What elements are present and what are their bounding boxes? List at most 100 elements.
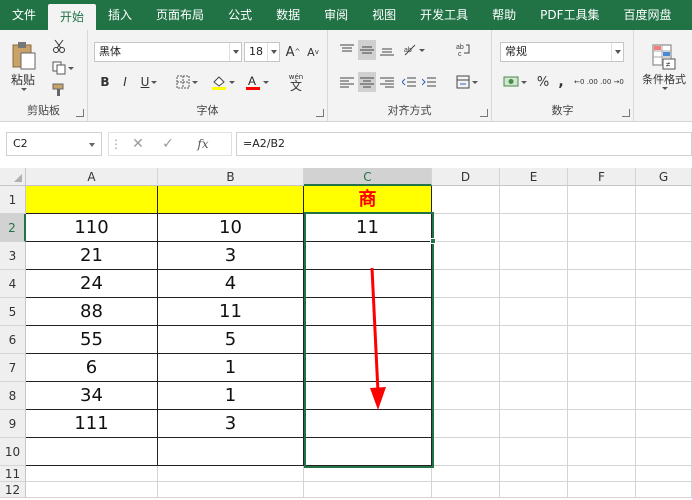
currency-button[interactable] xyxy=(500,72,530,92)
cell-d3[interactable] xyxy=(432,242,500,270)
cell-g7[interactable] xyxy=(636,354,692,382)
grow-font-button[interactable]: A ^ xyxy=(284,42,302,62)
formula-input[interactable]: =A2/B2 xyxy=(236,132,692,156)
paste-button[interactable]: 粘贴 xyxy=(6,36,40,96)
cell-e10[interactable] xyxy=(500,438,568,466)
cell-b9[interactable]: 3 xyxy=(158,410,304,438)
column-header-g[interactable]: G xyxy=(636,168,692,186)
cell-b4[interactable]: 4 xyxy=(158,270,304,298)
cell-b3[interactable]: 3 xyxy=(158,242,304,270)
cell-e8[interactable] xyxy=(500,382,568,410)
cell-g9[interactable] xyxy=(636,410,692,438)
tab-2[interactable]: 插入 xyxy=(96,0,144,30)
cell-d7[interactable] xyxy=(432,354,500,382)
cell-g11[interactable] xyxy=(636,466,692,482)
cell-e5[interactable] xyxy=(500,298,568,326)
conditional-format-button[interactable]: ≠ 条件格式 xyxy=(638,36,690,96)
align-center-button[interactable] xyxy=(358,72,376,92)
top-align-button[interactable] xyxy=(338,40,356,60)
cell-d11[interactable] xyxy=(432,466,500,482)
bold-button[interactable]: B xyxy=(96,72,114,92)
comma-button[interactable]: , xyxy=(554,72,568,92)
tab-9[interactable]: 帮助 xyxy=(480,0,528,30)
cell-g10[interactable] xyxy=(636,438,692,466)
cell-f2[interactable] xyxy=(568,214,636,242)
cell-a4[interactable]: 24 xyxy=(26,270,158,298)
borders-button[interactable] xyxy=(172,72,202,92)
enter-icon[interactable]: ✓ xyxy=(153,136,183,152)
percent-button[interactable]: % xyxy=(534,72,552,92)
cancel-icon[interactable]: ✕ xyxy=(123,136,153,152)
cell-c1[interactable]: 商 xyxy=(304,186,432,214)
spreadsheet-grid[interactable]: ABCDEFG 1 2 3 4 5 6 7 8 9 10 11 12 商 110 10 11 21 3 24 4 88… xyxy=(0,168,692,500)
tab-3[interactable]: 页面布局 xyxy=(144,0,216,30)
fill-color-button[interactable] xyxy=(208,72,238,92)
cell-e4[interactable] xyxy=(500,270,568,298)
cell-c11[interactable] xyxy=(304,466,432,482)
bottom-align-button[interactable] xyxy=(378,40,396,60)
fill-handle[interactable] xyxy=(430,238,436,244)
middle-align-button[interactable] xyxy=(358,40,376,60)
column-header-c[interactable]: C xyxy=(304,168,432,186)
cell-a6[interactable]: 55 xyxy=(26,326,158,354)
font-color-button[interactable]: A xyxy=(242,72,272,92)
cell-a1[interactable] xyxy=(26,186,158,214)
cell-d12[interactable] xyxy=(432,482,500,498)
cell-g3[interactable] xyxy=(636,242,692,270)
phonetic-button[interactable]: wén 文 xyxy=(280,70,312,94)
select-all-button[interactable] xyxy=(0,168,26,186)
cell-a8[interactable]: 34 xyxy=(26,382,158,410)
cell-f5[interactable] xyxy=(568,298,636,326)
cell-e7[interactable] xyxy=(500,354,568,382)
cell-b12[interactable] xyxy=(158,482,304,498)
cell-f12[interactable] xyxy=(568,482,636,498)
cell-f8[interactable] xyxy=(568,382,636,410)
cell-d8[interactable] xyxy=(432,382,500,410)
cell-f3[interactable] xyxy=(568,242,636,270)
align-left-button[interactable] xyxy=(338,72,356,92)
cell-c9[interactable] xyxy=(304,410,432,438)
tab-1[interactable]: 开始 xyxy=(48,4,97,30)
cell-g8[interactable] xyxy=(636,382,692,410)
cell-e1[interactable] xyxy=(500,186,568,214)
alignment-launcher[interactable] xyxy=(480,109,488,117)
cell-a11[interactable] xyxy=(26,466,158,482)
underline-button[interactable]: U xyxy=(136,72,162,92)
cell-e12[interactable] xyxy=(500,482,568,498)
wrap-text-button[interactable]: ab c xyxy=(452,40,474,60)
column-header-b[interactable]: B xyxy=(158,168,304,186)
row-header-4[interactable]: 4 xyxy=(0,270,26,298)
cell-f7[interactable] xyxy=(568,354,636,382)
cell-d5[interactable] xyxy=(432,298,500,326)
column-header-d[interactable]: D xyxy=(432,168,500,186)
cell-d1[interactable] xyxy=(432,186,500,214)
column-header-f[interactable]: F xyxy=(568,168,636,186)
cell-b7[interactable]: 1 xyxy=(158,354,304,382)
tab-10[interactable]: PDF工具集 xyxy=(528,0,611,30)
cell-g12[interactable] xyxy=(636,482,692,498)
cell-a5[interactable]: 88 xyxy=(26,298,158,326)
cell-g1[interactable] xyxy=(636,186,692,214)
cell-g2[interactable] xyxy=(636,214,692,242)
cell-g6[interactable] xyxy=(636,326,692,354)
cell-b8[interactable]: 1 xyxy=(158,382,304,410)
cell-c12[interactable] xyxy=(304,482,432,498)
cell-b1[interactable] xyxy=(158,186,304,214)
row-header-8[interactable]: 8 xyxy=(0,382,26,410)
cell-d6[interactable] xyxy=(432,326,500,354)
cell-a10[interactable] xyxy=(26,438,158,466)
tab-0[interactable]: 文件 xyxy=(0,0,48,30)
cell-e9[interactable] xyxy=(500,410,568,438)
tab-4[interactable]: 公式 xyxy=(216,0,264,30)
cell-a7[interactable]: 6 xyxy=(26,354,158,382)
font-size-select[interactable]: 18 xyxy=(244,42,280,62)
orientation-button[interactable]: ab xyxy=(400,40,428,60)
cell-a2[interactable]: 110 xyxy=(26,214,158,242)
decrease-indent-button[interactable] xyxy=(400,72,418,92)
cell-d9[interactable] xyxy=(432,410,500,438)
cell-f9[interactable] xyxy=(568,410,636,438)
number-launcher[interactable] xyxy=(622,109,630,117)
cell-f10[interactable] xyxy=(568,438,636,466)
font-name-select[interactable]: 黑体 xyxy=(94,42,242,62)
shrink-font-button[interactable]: Av xyxy=(304,42,322,62)
